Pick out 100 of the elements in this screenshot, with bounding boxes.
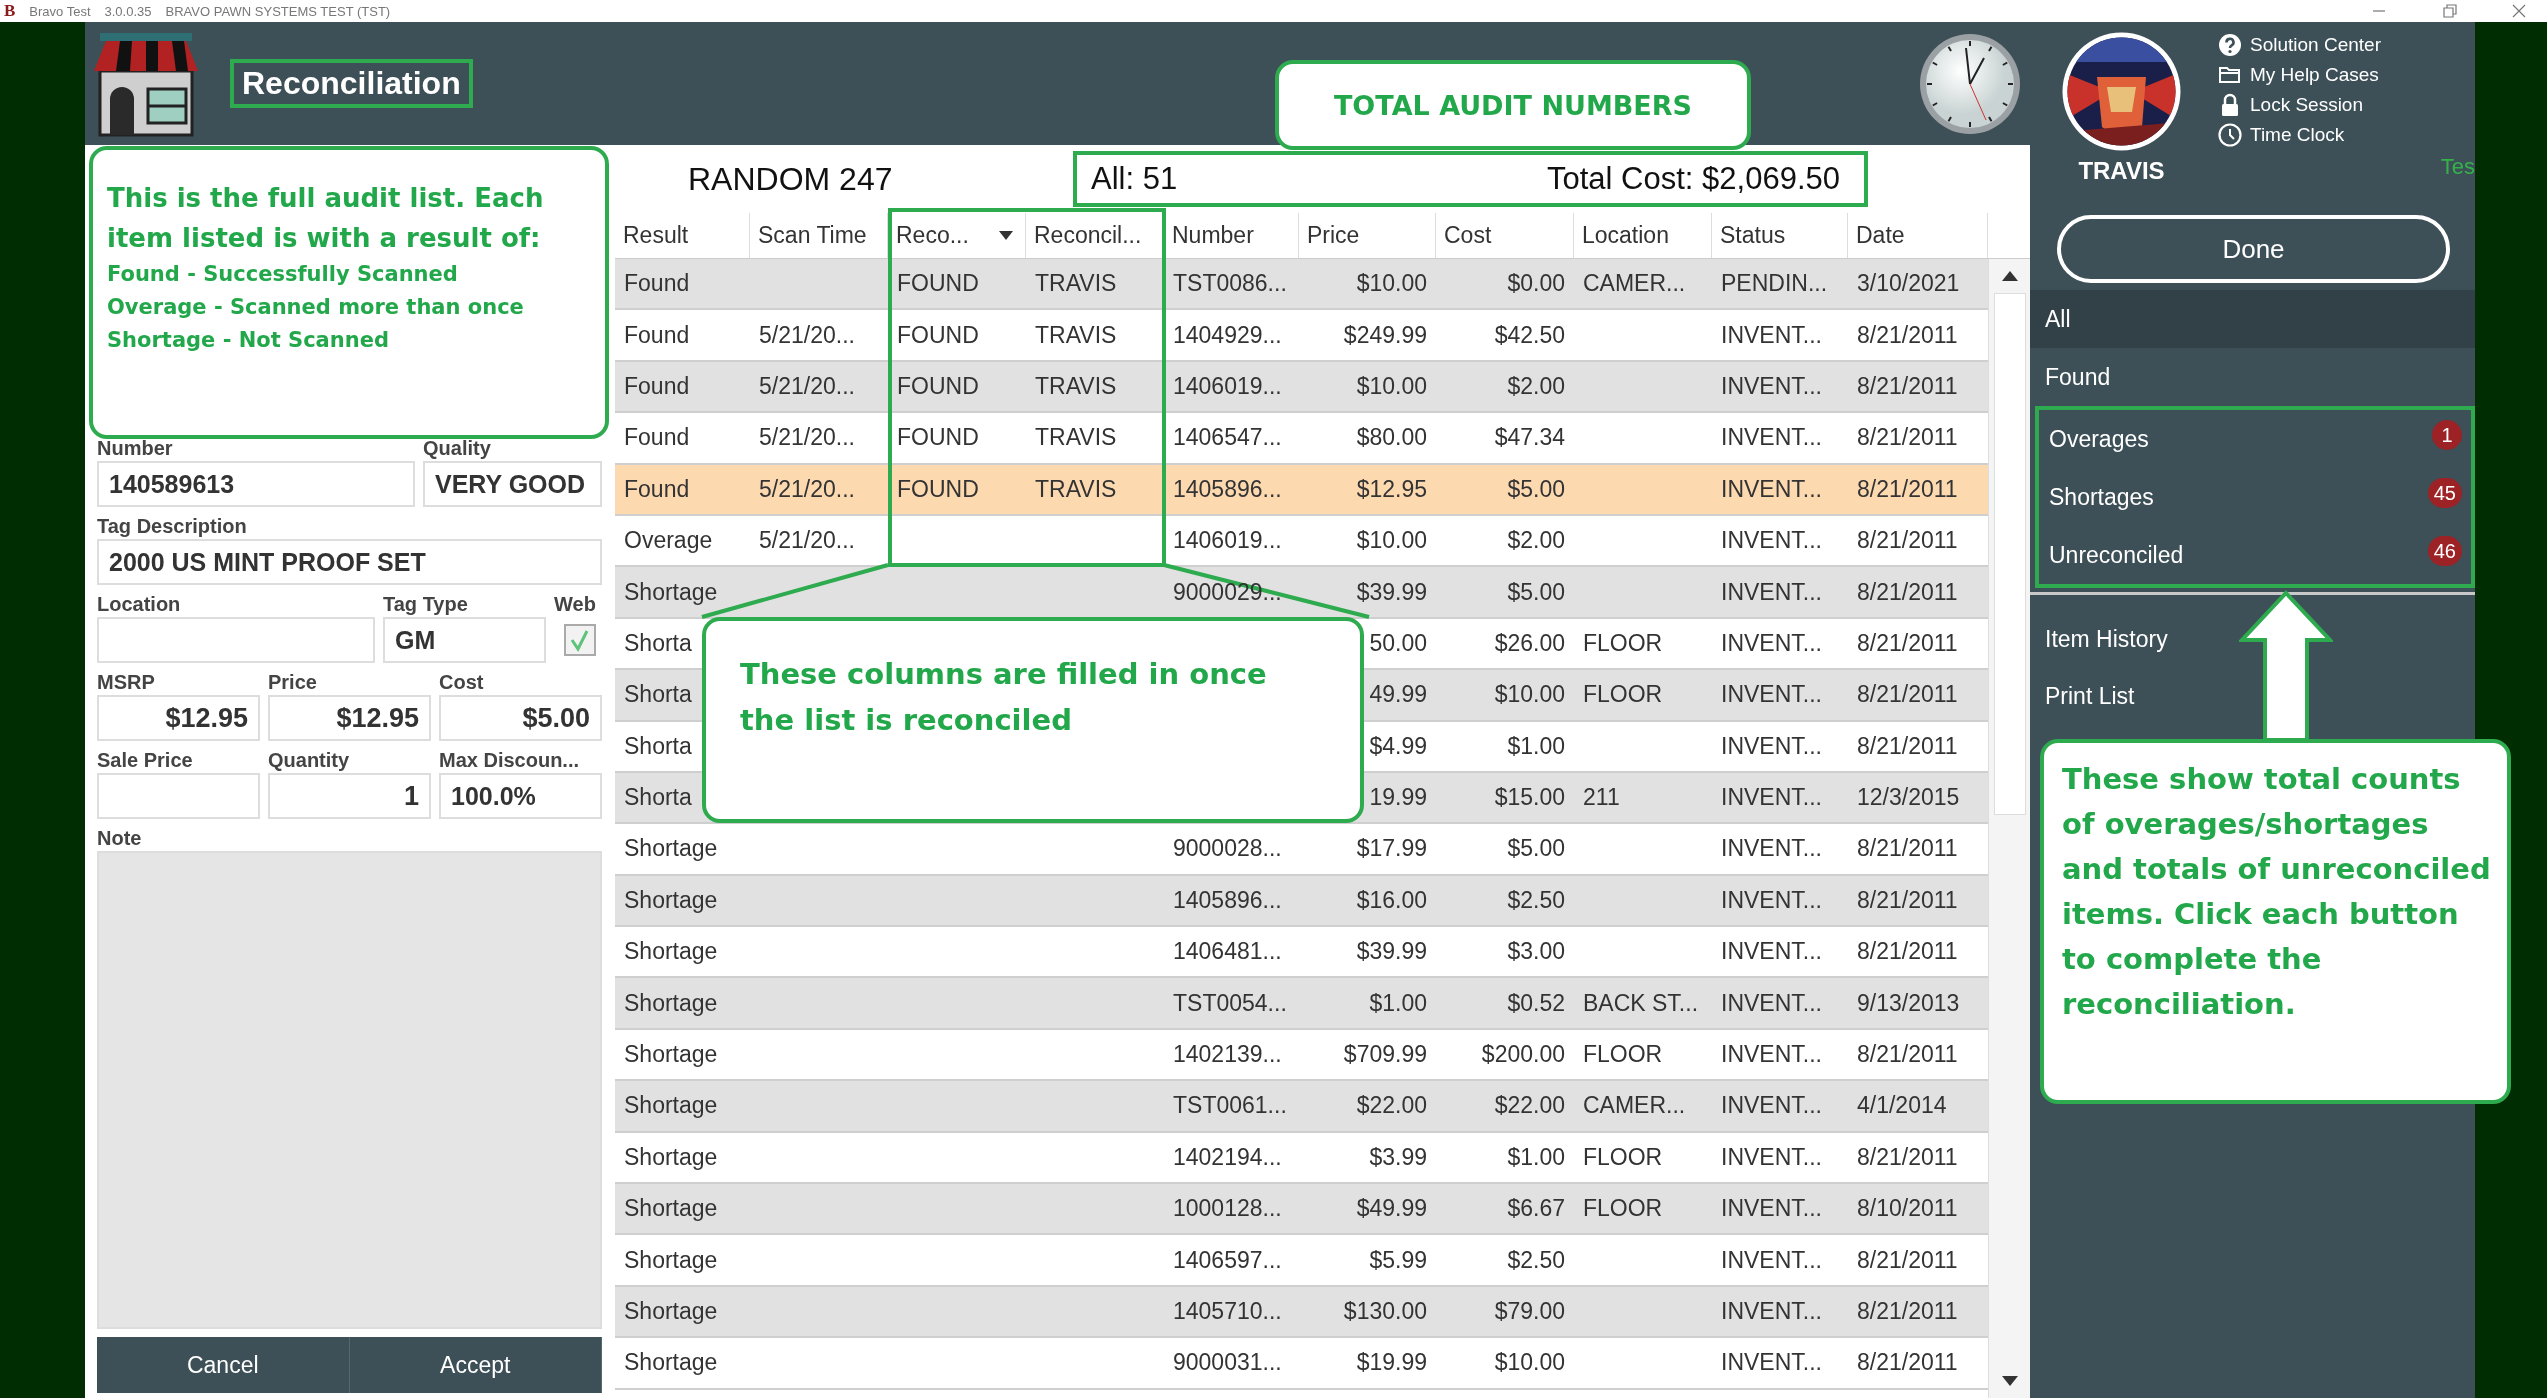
table-cell: 1405896...	[1173, 475, 1282, 503]
table-cell: $17.99	[1356, 835, 1427, 863]
table-cell: INVENT...	[1721, 1092, 1822, 1120]
page-title: Reconciliation	[230, 59, 473, 108]
table-cell: 8/21/2011	[1857, 424, 1958, 452]
table-cell: 8/21/2011	[1857, 1143, 1958, 1171]
count-badge: 46	[2427, 536, 2462, 566]
table-cell: $709.99	[1343, 1041, 1427, 1069]
table-cell: 1404929...	[1173, 321, 1282, 349]
table-cell: FOUND	[897, 424, 979, 452]
table-cell: $5.99	[1369, 1246, 1427, 1274]
table-cell: Shortage	[624, 989, 718, 1017]
table-cell: 50.00	[1369, 629, 1427, 657]
table-cell: $4.99	[1369, 732, 1427, 760]
table-cell: 8/21/2011	[1857, 1349, 1958, 1377]
table-cell: 19.99	[1369, 784, 1427, 812]
table-cell: INVENT...	[1721, 732, 1822, 760]
table-cell: INVENT...	[1721, 527, 1822, 555]
all-count: All: 51	[1091, 161, 1178, 197]
table-cell: Shortage	[624, 1143, 718, 1171]
table-cell: 1406597...	[1173, 1246, 1282, 1274]
total-cost: Total Cost: $2,069.50	[1547, 161, 1840, 197]
table-cell: Shortage	[624, 1246, 718, 1274]
table-cell: $2.00	[1507, 527, 1565, 555]
callout-text: Shortage - Not Scanned	[107, 327, 390, 354]
app-name: Bravo Test	[29, 3, 91, 19]
table-cell: TRAVIS	[1035, 270, 1117, 298]
table-cell: Shortage	[624, 578, 718, 606]
table-cell: $1.00	[1369, 989, 1427, 1017]
table-cell: 9000028...	[1173, 835, 1282, 863]
table-cell: Overage	[624, 527, 713, 555]
app-version: 3.0.0.35	[104, 3, 152, 19]
table-cell: $47.34	[1494, 424, 1565, 452]
table-cell: INVENT...	[1721, 1246, 1822, 1274]
table-cell: 8/21/2011	[1857, 1298, 1958, 1325]
table-cell: $39.99	[1356, 938, 1427, 966]
table-cell: FLOOR	[1583, 681, 1663, 709]
table-cell: $12.95	[1356, 475, 1427, 503]
table-cell: 8/21/2011	[1857, 372, 1958, 400]
table-cell: 5/21/20...	[759, 527, 855, 555]
table-cell: FOUND	[897, 270, 979, 298]
callout-text: This is the full audit list. Each item listed is with a result of:	[107, 182, 545, 255]
status-text: Tes	[2440, 154, 2475, 180]
table-cell: Shorta	[624, 784, 692, 812]
table-cell: 8/21/2011	[1857, 732, 1958, 760]
count-badge: 1	[2432, 420, 2462, 450]
field-label: MSRP	[97, 671, 156, 695]
table-cell: FOUND	[897, 475, 979, 503]
table-cell: TRAVIS	[1035, 475, 1117, 503]
table-cell: FOUND	[897, 321, 979, 349]
table-cell: Shortage	[624, 886, 718, 914]
table-cell: INVENT...	[1721, 784, 1822, 812]
table-cell: $2.00	[1507, 372, 1565, 400]
table-cell: INVENT...	[1721, 372, 1822, 400]
table-cell: 9000029...	[1173, 578, 1282, 606]
table-cell: Shortage	[624, 1195, 718, 1223]
table-cell: FLOOR	[1583, 1041, 1663, 1069]
field-label: Quality	[423, 437, 492, 461]
audit-name: RANDOM 247	[688, 160, 894, 198]
table-cell: 5/21/20...	[759, 321, 855, 349]
table-cell: $26.00	[1494, 629, 1565, 657]
table-cell: 8/21/2011	[1857, 475, 1958, 503]
table-cell: INVENT...	[1721, 989, 1822, 1017]
table-cell: 49.99	[1369, 681, 1427, 709]
table-cell: 8/21/2011	[1857, 681, 1958, 709]
field-label: Note	[97, 827, 143, 851]
table-cell: 8/21/2011	[1857, 1041, 1958, 1069]
field-label: Sale Price	[97, 749, 194, 773]
table-cell: $10.00	[1494, 681, 1565, 709]
callout-text: Overage - Scanned more than once	[107, 294, 525, 321]
table-cell: FLOOR	[1583, 1143, 1663, 1171]
table-cell: TST0054...	[1173, 989, 1287, 1017]
app-logo: B	[4, 1, 16, 21]
table-cell: $19.99	[1356, 1349, 1427, 1377]
window-title: BRAVO PAWN SYSTEMS TEST (TST)	[165, 3, 391, 19]
table-cell: INVENT...	[1721, 1195, 1822, 1223]
callout-tooltip: These columns are filled in once the list is reconciled	[702, 617, 1364, 823]
table-cell: 8/21/2011	[1857, 629, 1958, 657]
user-name: TRAVIS	[2078, 157, 2165, 185]
table-cell: $2.50	[1507, 1246, 1565, 1274]
field-label: Price	[268, 671, 318, 695]
table-cell: $5.00	[1507, 475, 1565, 503]
table-cell: $5.00	[1507, 578, 1565, 606]
table-cell: PENDIN...	[1721, 270, 1828, 298]
field-label: Max Discoun...	[439, 749, 581, 773]
table-cell: $39.99	[1356, 578, 1427, 606]
table-cell: Shorta	[624, 681, 692, 709]
table-cell: 8/21/2011	[1857, 938, 1958, 966]
table-cell: INVENT...	[1721, 424, 1822, 452]
table-cell: 8/21/2011	[1857, 527, 1958, 555]
field-label: Web	[554, 593, 597, 617]
callout-text: TOTAL AUDIT NUMBERS	[1275, 60, 1751, 150]
table-cell: 9000031...	[1173, 1349, 1282, 1377]
table-cell: $16.00	[1356, 886, 1427, 914]
table-cell: 1405710...	[1173, 1298, 1282, 1325]
table-cell: 8/10/2011	[1857, 1195, 1958, 1223]
table-cell: $79.00	[1494, 1298, 1565, 1325]
table-cell: TRAVIS	[1035, 372, 1117, 400]
table-cell: INVENT...	[1721, 681, 1822, 709]
table-cell: 3/10/2021	[1857, 270, 1960, 298]
